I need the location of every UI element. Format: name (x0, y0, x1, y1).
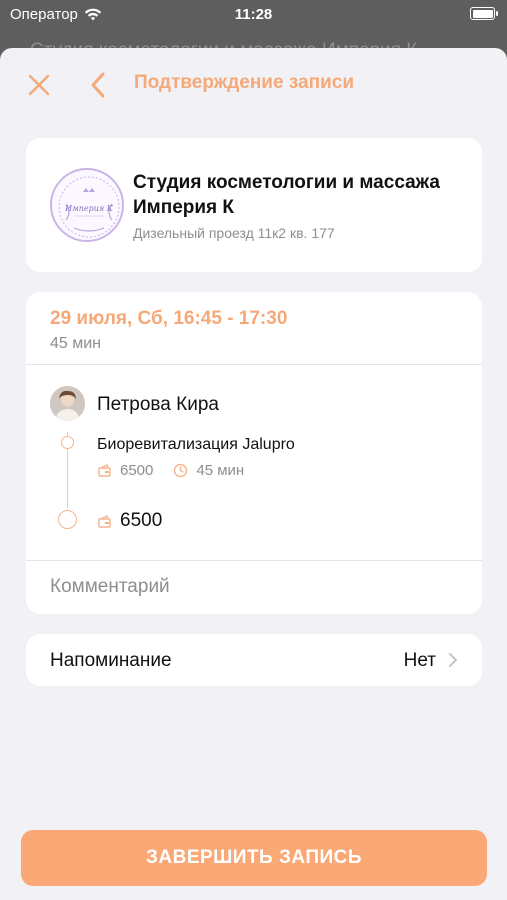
salon-logo-image: Империя К (58, 176, 120, 238)
status-bar: Оператор 11:28 (0, 0, 507, 30)
total-price-row: 6500 (97, 510, 162, 532)
chevron-right-icon (449, 653, 457, 667)
booking-datetime: 29 июля, Сб, 16:45 - 17:30 (50, 308, 288, 329)
close-icon[interactable] (26, 72, 52, 98)
service-meta: 6500 45 мин (97, 462, 244, 479)
booking-duration: 45 мин (50, 335, 102, 352)
back-chevron-icon[interactable] (88, 70, 108, 100)
service-price: 6500 (120, 462, 154, 479)
divider (26, 560, 482, 561)
page-title: Подтверждение записи (134, 72, 354, 93)
comment-input[interactable]: Комментарий (50, 576, 170, 598)
master-name: Петрова Кира (97, 394, 219, 415)
salon-logo: Империя К (50, 168, 124, 242)
master-avatar (50, 386, 85, 421)
nav-bar: Подтверждение записи (0, 48, 507, 120)
salon-address: Дизельный проезд 11к2 кв. 177 (133, 225, 335, 241)
service-duration: 45 мин (196, 462, 245, 479)
salon-logo-text: Империя К (64, 204, 114, 213)
reminder-row[interactable]: Напоминание Нет (26, 634, 482, 686)
total-price: 6500 (120, 510, 163, 531)
timeline-dot-service (61, 436, 74, 449)
salon-name: Студия косметологии и массажа Империя К (133, 172, 440, 218)
reminder-value: Нет (403, 650, 436, 671)
booking-confirmation-sheet: Подтверждение записи Империя К Студия ко… (0, 48, 507, 900)
timeline-dot-total (58, 510, 77, 529)
service-name: Биоревитализация Jalupro (97, 436, 295, 453)
clock: 11:28 (234, 6, 273, 23)
complete-booking-button[interactable]: ЗАВЕРШИТЬ ЗАПИСЬ (21, 830, 487, 886)
battery-icon (470, 7, 498, 20)
divider (26, 364, 482, 365)
wallet-icon (98, 464, 111, 477)
clock-icon (174, 463, 188, 478)
booking-details-card: 29 июля, Сб, 16:45 - 17:30 45 мин Петров… (26, 292, 482, 614)
salon-card[interactable]: Империя К Студия косметологии и массажа … (26, 138, 482, 272)
reminder-label: Напоминание (50, 650, 172, 671)
wallet-icon (98, 514, 111, 528)
